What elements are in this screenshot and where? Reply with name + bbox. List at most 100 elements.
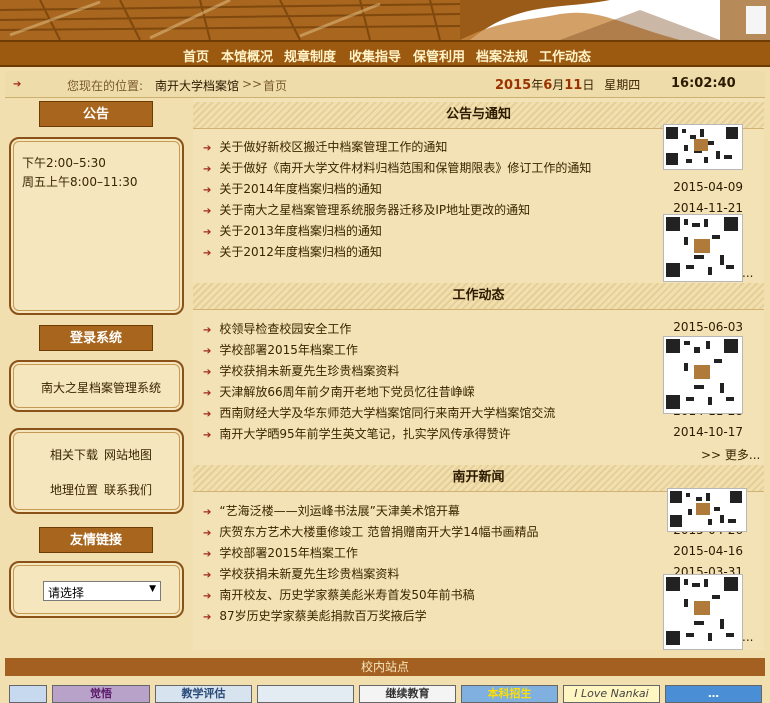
arrow-icon: ➔ [203, 164, 212, 175]
list-item-text: 关于2013年度档案归档的通知 [219, 224, 382, 238]
qr-code-icon [668, 489, 744, 529]
site-link-image[interactable] [9, 685, 47, 703]
site-link-image[interactable]: 觉悟 [52, 685, 150, 703]
friend-links-title: 友情链接 [39, 527, 153, 553]
list-item[interactable]: ➔ 庆贺东方艺术大楼重修竣工 范曾捐赠南开大学14幅书画精品 [203, 523, 538, 540]
location-current: 首页 [263, 79, 288, 93]
nav-regulations[interactable]: 规章制度 [284, 46, 336, 65]
banner-artwork [0, 0, 770, 40]
list-item-text: 南开大学晒95年前学生英文笔记，扎实学风传承得赞许 [219, 427, 511, 441]
list-item[interactable]: ➔ 关于2014年度档案归档的通知 [203, 180, 382, 197]
date-year: 2015 [495, 78, 532, 93]
site-link-image[interactable]: I Love Nankai [563, 685, 660, 703]
date-month-unit: 月 [552, 78, 565, 92]
friend-links-select[interactable]: 请选择 ▼ [43, 581, 161, 601]
list-item[interactable]: ➔ 关于2013年度档案归档的通知 [203, 222, 382, 239]
arrow-icon: ➔ [203, 409, 212, 420]
notice-title: 公告 [39, 101, 153, 127]
list-item[interactable]: ➔ 关于南大之星档案管理系统服务器迁移及IP地址更改的通知 [203, 201, 530, 218]
list-item[interactable]: ➔ 学校部署2015年档案工作 [203, 341, 358, 358]
site-link-image[interactable]: 教学评估 [155, 685, 252, 703]
location-site-link[interactable]: 南开大学档案馆 [155, 77, 239, 94]
arrow-icon: ➔ [203, 591, 212, 602]
list-item[interactable]: ➔ 学校部署2015年档案工作 [203, 544, 358, 561]
date-month: 6 [543, 78, 553, 93]
nav-storage-use[interactable]: 保管利用 [413, 46, 465, 65]
list-item[interactable]: ➔ 西南财经大学及华东师范大学档案馆同行来南开大学档案馆交流 [203, 404, 555, 421]
nav-collection-guide[interactable]: 收集指导 [349, 46, 401, 65]
list-item-text: 关于2014年度档案归档的通知 [219, 182, 382, 196]
arrow-icon: ➔ [203, 325, 212, 336]
location-link[interactable]: 地理位置 [50, 481, 98, 498]
item-date: 2014-10-17 [673, 425, 743, 439]
arrow-icon: ➔ [203, 185, 212, 196]
header-banner [0, 0, 770, 40]
archive-system-link[interactable]: 南大之星档案管理系统 [41, 379, 161, 396]
more-link[interactable]: >> 更多... [701, 446, 760, 463]
sitemap-link[interactable]: 网站地图 [104, 446, 152, 463]
arrow-icon: ➔ [203, 528, 212, 539]
list-item[interactable]: ➔ 关于做好新校区搬迁中档案管理工作的通知 [203, 138, 447, 155]
list-item-text: 关于2012年度档案归档的通知 [219, 245, 382, 259]
login-title: 登录系统 [39, 325, 153, 351]
list-item-text: 庆贺东方艺术大楼重修竣工 范曾捐赠南开大学14幅书画精品 [219, 525, 539, 539]
list-item[interactable]: ➔ 南开大学晒95年前学生英文笔记，扎实学风传承得赞许 [203, 425, 511, 442]
arrow-icon: ➔ [203, 549, 212, 560]
arrow-icon: ➔ [203, 248, 212, 259]
list-item[interactable]: ➔ 南开校友、历史学家蔡美彪米寿首发50年前书稿 [203, 586, 475, 603]
arrow-icon: ➔ [203, 507, 212, 518]
list-item[interactable]: ➔ 天津解放66周年前夕南开老地下党员忆往昔峥嵘 [203, 383, 475, 400]
date-day: 11 [564, 78, 583, 93]
list-item-text: 87岁历史学家蔡美彪捐款百万奖掖后学 [219, 609, 427, 623]
location-bar: ➔ 您现在的位置: 南开大学档案馆 >> 首页 2015年6月11日 星期四 1… [5, 71, 765, 98]
current-date: 2015年6月11日 星期四 [495, 76, 640, 93]
list-item[interactable]: ➔ 关于做好《南开大学文件材料归档范围和保管期限表》修订工作的通知 [203, 159, 591, 176]
qr-code-image [663, 124, 743, 170]
qr-code-icon [664, 125, 740, 167]
arrow-icon: ➔ [203, 430, 212, 441]
item-date: 2015-06-03 [673, 320, 743, 334]
main-nav: 首页 本馆概况 规章制度 收集指导 保管利用 档案法规 工作动态 [0, 40, 770, 67]
qr-code-icon [664, 575, 740, 647]
site-link-image[interactable]: 本科招生 [461, 685, 558, 703]
section-title-work-news: 工作动态 [193, 283, 764, 310]
nav-about[interactable]: 本馆概况 [221, 46, 273, 65]
qr-code-icon [664, 337, 740, 411]
list-item-text: “艺海泛楼——刘运峰书法展”天津美术馆开幕 [219, 504, 460, 518]
list-item[interactable]: ➔ 学校获捐未新夏先生珍贵档案资料 [203, 565, 399, 582]
date-year-unit: 年 [531, 78, 544, 92]
arrow-icon: ➔ [203, 143, 212, 154]
list-item-text: 关于南大之星档案管理系统服务器迁移及IP地址更改的通知 [219, 203, 531, 217]
list-item[interactable]: ➔ “艺海泛楼——刘运峰书法展”天津美术馆开幕 [203, 502, 460, 519]
school-sites-bar: 校内站点 [5, 658, 765, 676]
list-item-text: 关于做好新校区搬迁中档案管理工作的通知 [219, 140, 448, 154]
item-date: 2015-04-16 [673, 544, 743, 558]
location-prefix: 您现在的位置: [67, 79, 144, 93]
list-item-text: 学校获捐未新夏先生珍贵档案资料 [219, 567, 400, 581]
nav-home[interactable]: 首页 [183, 46, 209, 65]
arrow-icon: ➔ [203, 570, 212, 581]
qr-code-image [667, 488, 747, 532]
login-box: 南大之星档案管理系统 [9, 360, 184, 412]
clock: 16:02:40 [671, 76, 736, 91]
nav-work-news[interactable]: 工作动态 [539, 46, 591, 65]
arrow-icon: ➔ [203, 388, 212, 399]
qr-code-image [663, 336, 743, 414]
site-link-image[interactable] [257, 685, 354, 703]
site-link-image[interactable]: 继续教育 [359, 685, 456, 703]
list-item-text: 关于做好《南开大学文件材料归档范围和保管期限表》修订工作的通知 [219, 161, 592, 175]
site-link-image[interactable]: … [665, 685, 762, 703]
location-separator: >> [242, 77, 263, 91]
nav-archive-law[interactable]: 档案法规 [476, 46, 528, 65]
list-item[interactable]: ➔ 关于2012年度档案归档的通知 [203, 243, 382, 260]
list-item[interactable]: ➔ 87岁历史学家蔡美彪捐款百万奖掖后学 [203, 607, 427, 624]
date-weekday: 星期四 [604, 78, 641, 92]
arrow-icon: ➔ [203, 367, 212, 378]
school-sites-title: 校内站点 [360, 660, 409, 674]
list-item-text: 西南财经大学及华东师范大学档案馆同行来南开大学档案馆交流 [219, 406, 556, 420]
list-item[interactable]: ➔ 学校获捐未新夏先生珍贵档案资料 [203, 362, 399, 379]
list-item[interactable]: ➔ 校领导检查校园安全工作 [203, 320, 351, 337]
qr-code-image [663, 574, 743, 650]
downloads-link[interactable]: 相关下载 [50, 446, 98, 463]
contact-link[interactable]: 联系我们 [104, 481, 152, 498]
